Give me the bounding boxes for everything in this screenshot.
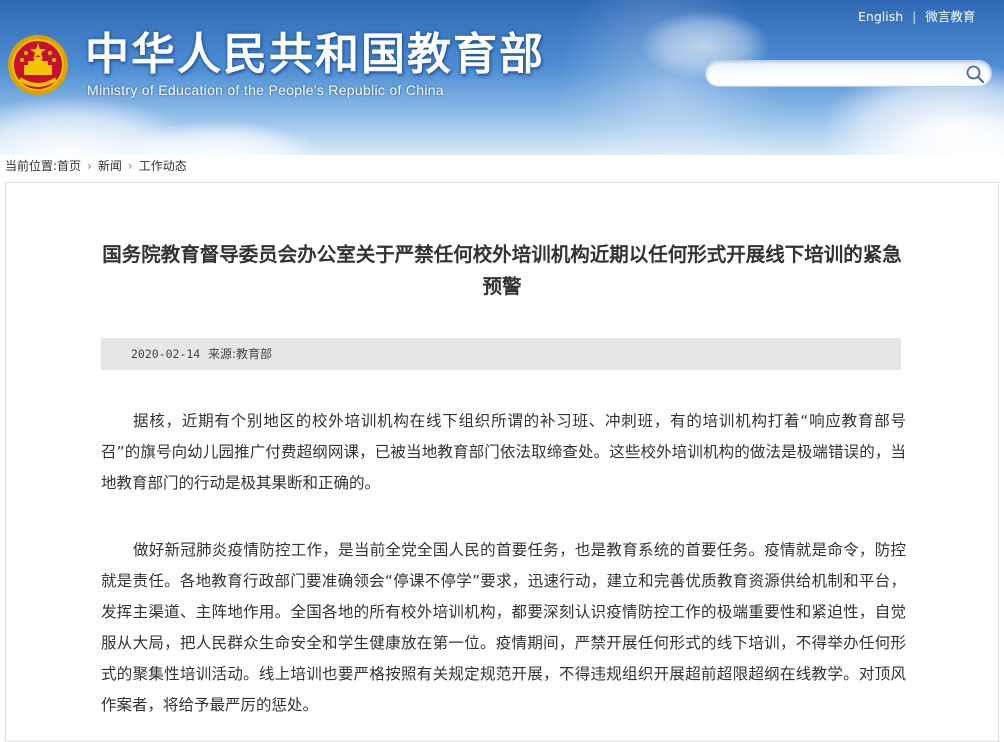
- article-container: 国务院教育督导委员会办公室关于严禁任何校外培训机构近期以任何形式开展线下培训的紧…: [5, 182, 999, 742]
- breadcrumb-work-updates[interactable]: 工作动态: [139, 159, 187, 173]
- article-paragraph: 据核，近期有个别地区的校外培训机构在线下组织所谓的补习班、冲刺班，有的培训机构打…: [101, 412, 906, 492]
- article-date: 2020-02-14: [131, 347, 201, 361]
- chevron-right-icon: ›: [127, 159, 133, 173]
- search-icon[interactable]: [965, 64, 985, 84]
- article-source: 来源:教育部: [208, 347, 273, 361]
- search-box: [705, 60, 992, 87]
- breadcrumb: 当前位置:首页 › 新闻 › 工作动态: [5, 158, 187, 174]
- chevron-right-icon: ›: [87, 159, 92, 173]
- wechat-link[interactable]: 微言教育: [925, 9, 975, 24]
- breadcrumb-news[interactable]: 新闻: [98, 159, 122, 173]
- article-meta-bar: 2020-02-14 来源:教育部: [101, 338, 901, 370]
- national-emblem-icon[interactable]: [6, 33, 70, 97]
- link-separator: |: [912, 9, 917, 24]
- site-subtitle: Ministry of Education of the People's Re…: [87, 82, 444, 98]
- english-link[interactable]: English: [858, 9, 903, 24]
- search-input[interactable]: [720, 64, 954, 85]
- site-title[interactable]: 中华人民共和国教育部: [85, 30, 545, 80]
- article-paragraph: 做好新冠肺炎疫情防控工作，是当前全党全国人民的首要任务，也是教育系统的首要任务。…: [101, 541, 906, 714]
- top-links: English | 微言教育: [858, 6, 975, 25]
- site-header: 中华人民共和国教育部 Ministry of Education of the …: [0, 0, 1004, 155]
- breadcrumb-prefix: 当前位置:: [5, 159, 58, 173]
- article-title: 国务院教育督导委员会办公室关于严禁任何校外培训机构近期以任何形式开展线下培训的紧…: [102, 243, 902, 298]
- breadcrumb-home[interactable]: 首页: [57, 159, 81, 173]
